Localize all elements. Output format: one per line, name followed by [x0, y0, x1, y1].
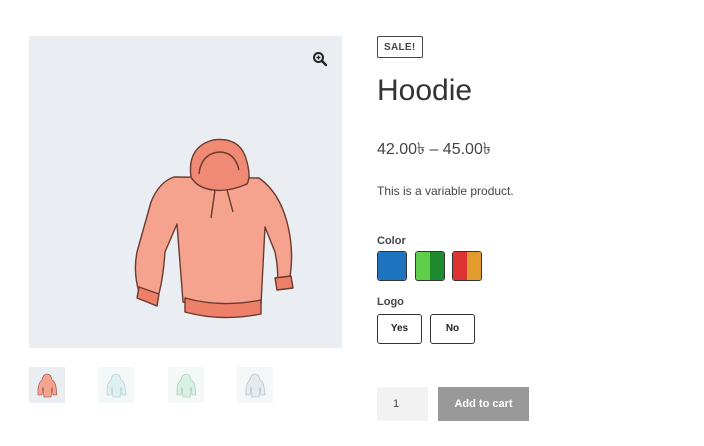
- color-swatch-green[interactable]: [415, 251, 445, 281]
- product-description: This is a variable product.: [377, 184, 514, 198]
- add-to-cart-button[interactable]: Add to cart: [438, 387, 529, 421]
- thumbnail-hoodie-pink[interactable]: [29, 367, 65, 403]
- thumbnail-hoodie-green[interactable]: [168, 367, 204, 403]
- color-swatch-blue[interactable]: [377, 251, 407, 281]
- logo-label: Logo: [377, 296, 404, 308]
- sale-badge: SALE!: [377, 36, 423, 58]
- zoom-in-icon[interactable]: [312, 51, 328, 67]
- product-gallery: [29, 36, 342, 348]
- price-range: 42.00৳ – 45.00৳: [377, 141, 491, 158]
- color-label: Color: [377, 235, 406, 247]
- product-title: Hoodie: [377, 74, 473, 107]
- thumbnail-hoodie-blue-logo[interactable]: [98, 367, 134, 403]
- hoodie-pink-image[interactable]: [129, 132, 299, 322]
- thumbnail-hoodie-gray[interactable]: [237, 367, 273, 403]
- color-swatch-red-orange[interactable]: [452, 251, 482, 281]
- logo-option-yes[interactable]: Yes: [377, 314, 422, 344]
- logo-option-no[interactable]: No: [430, 314, 475, 344]
- quantity-input[interactable]: [377, 387, 428, 421]
